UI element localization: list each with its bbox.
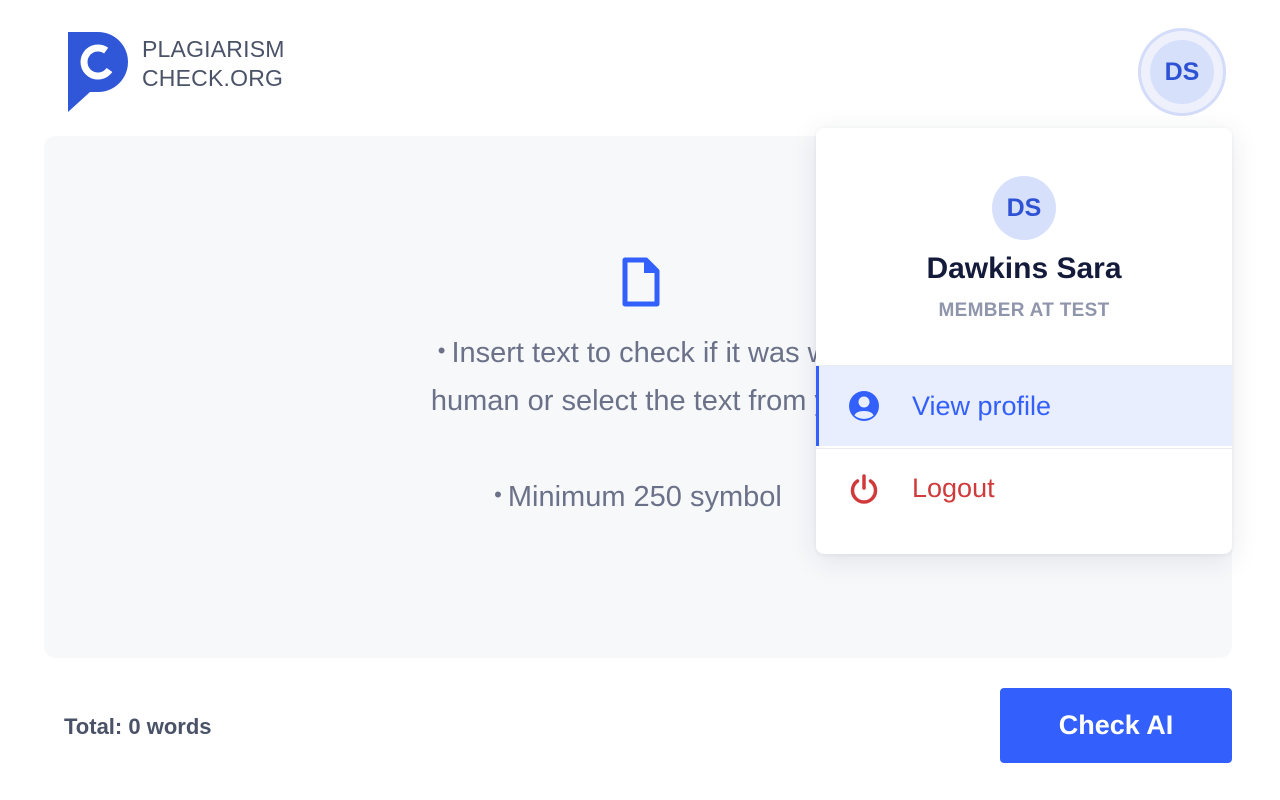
header-avatar-initials: DS — [1150, 40, 1214, 104]
logout-label: Logout — [912, 473, 995, 503]
logo-text: PLAGIARISM CHECK.ORG — [142, 35, 285, 93]
check-ai-button[interactable]: Check AI — [1000, 688, 1232, 763]
user-menu-dropdown: DS Dawkins Sara MEMBER AT TEST View prof… — [816, 128, 1232, 554]
logo-line-2: CHECK.ORG — [142, 65, 284, 91]
dropdown-avatar: DS — [992, 176, 1056, 240]
user-icon — [849, 391, 879, 421]
hint-line-1: Insert text to check if it was wr — [451, 337, 839, 369]
hint-min-text: Minimum 250 symbol — [507, 481, 782, 513]
power-icon — [850, 473, 878, 504]
menu-item-view-profile[interactable]: View profile — [816, 366, 1232, 446]
user-role: MEMBER AT TEST — [938, 300, 1110, 321]
menu-item-logout[interactable]: Logout — [816, 448, 1232, 528]
view-profile-label: View profile — [912, 390, 1052, 421]
document-icon — [622, 257, 660, 307]
logo[interactable]: PLAGIARISM CHECK.ORG — [68, 32, 285, 112]
logo-mark-icon — [68, 32, 128, 112]
header-avatar-button[interactable]: DS — [1138, 28, 1226, 116]
user-name: Dawkins Sara — [926, 252, 1122, 285]
logo-line-1: PLAGIARISM — [142, 36, 285, 62]
word-count: Total: 0 words — [64, 714, 212, 739]
